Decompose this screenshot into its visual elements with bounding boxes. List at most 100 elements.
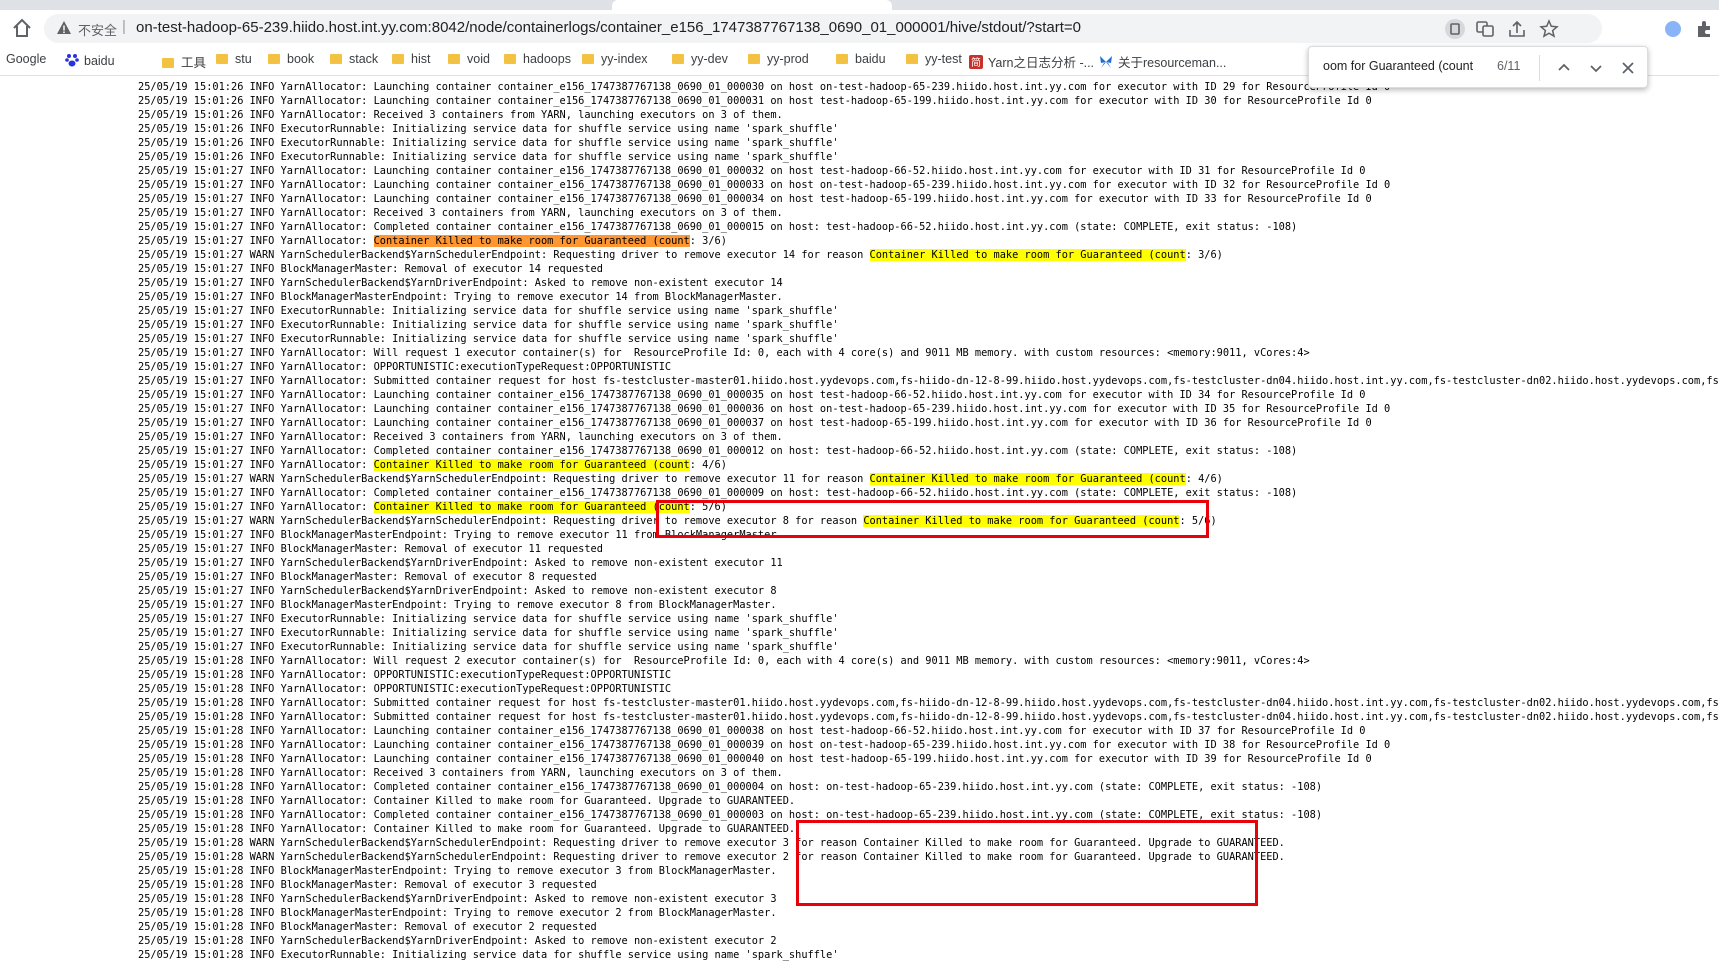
bookmark-3[interactable]: stu: [216, 52, 252, 70]
folder-icon: [392, 54, 404, 64]
folder-icon: [504, 54, 516, 64]
bookmark-12[interactable]: baidu: [836, 52, 886, 70]
bookmark-8[interactable]: hadoops: [504, 52, 571, 70]
tab-strip: [0, 0, 1719, 10]
find-bar: oom for Guaranteed (count 6/11: [1308, 46, 1648, 88]
log-line: 25/05/19 15:01:27 INFO BlockManagerMaste…: [138, 543, 603, 555]
bookmark-10[interactable]: yy-dev: [672, 52, 728, 70]
log-line: 25/05/19 15:01:27 INFO YarnAllocator: La…: [138, 179, 1391, 191]
log-line: 25/05/19 15:01:28 INFO YarnAllocator: La…: [138, 739, 1391, 751]
bookmark-label: 关于resourceman...: [1118, 56, 1227, 70]
close-icon[interactable]: [1617, 57, 1639, 79]
log-line: 25/05/19 15:01:27 INFO YarnAllocator: OP…: [138, 361, 672, 373]
log-line: 25/05/19 15:01:28 INFO YarnAllocator: Su…: [138, 711, 1719, 723]
log-line: 25/05/19 15:01:26 INFO ExecutorRunnable:…: [138, 123, 839, 135]
bookmark-9[interactable]: yy-index: [582, 52, 648, 70]
bookmark-13[interactable]: yy-test: [906, 52, 962, 70]
find-input[interactable]: oom for Guaranteed (count: [1323, 59, 1473, 73]
log-line: 25/05/19 15:01:27 INFO YarnAllocator: Re…: [138, 431, 783, 443]
bookmark-4[interactable]: book: [268, 52, 314, 70]
log-line: 25/05/19 15:01:28 INFO YarnAllocator: Re…: [138, 767, 783, 779]
chevron-down-icon[interactable]: [1585, 57, 1607, 79]
home-icon[interactable]: [8, 16, 36, 40]
folder-icon: [448, 54, 460, 64]
browser-toolbar: 不安全 | on-test-hadoop-65-239.hiido.host.i…: [0, 10, 1719, 46]
annotation-box-1: [656, 500, 1209, 538]
translate-icon[interactable]: [1474, 18, 1496, 40]
star-icon[interactable]: [1538, 18, 1560, 40]
log-line: 25/05/19 15:01:27 WARN YarnSchedulerBack…: [138, 473, 1223, 485]
log-line: 25/05/19 15:01:28 INFO BlockManagerMaste…: [138, 921, 597, 933]
log-line: 25/05/19 15:01:27 INFO ExecutorRunnable:…: [138, 613, 839, 625]
folder-icon: [330, 54, 342, 64]
share-icon[interactable]: [1506, 18, 1528, 40]
log-line: 25/05/19 15:01:27 INFO YarnAllocator: Co…: [138, 221, 1298, 233]
log-line: 25/05/19 15:01:28 INFO YarnAllocator: Su…: [138, 697, 1719, 709]
address-bar[interactable]: 不安全 | on-test-hadoop-65-239.hiido.host.i…: [44, 14, 1602, 43]
url-text[interactable]: on-test-hadoop-65-239.hiido.host.int.yy.…: [136, 19, 1081, 36]
find-highlight: Container Killed to make room for Guaran…: [373, 459, 690, 471]
folder-icon: [268, 54, 280, 64]
log-line: 25/05/19 15:01:28 INFO YarnAllocator: La…: [138, 725, 1366, 737]
active-tab[interactable]: [612, 0, 892, 10]
log-line: 25/05/19 15:01:27 INFO BlockManagerMaste…: [138, 599, 777, 611]
bookmark-label: void: [467, 52, 490, 66]
bookmark-6[interactable]: hist: [392, 52, 430, 70]
log-line: 25/05/19 15:01:28 INFO YarnAllocator: Wi…: [138, 655, 1310, 667]
log-line: 25/05/19 15:01:27 INFO YarnAllocator: La…: [138, 417, 1372, 429]
log-line: 25/05/19 15:01:27 INFO YarnAllocator: Co…: [138, 487, 1298, 499]
bookmark-2[interactable]: 工具: [162, 52, 206, 70]
find-highlight: Container Killed to make room for Guaran…: [373, 235, 690, 247]
log-line: 25/05/19 15:01:27 INFO ExecutorRunnable:…: [138, 305, 839, 317]
bookmark-label: yy-test: [925, 52, 962, 66]
log-line: 25/05/19 15:01:27 INFO YarnSchedulerBack…: [138, 277, 783, 289]
log-line: 25/05/19 15:01:27 INFO YarnAllocator: Co…: [138, 235, 727, 247]
log-line: 25/05/19 15:01:26 INFO YarnAllocator: Re…: [138, 109, 783, 121]
bookmark-label: baidu: [84, 54, 115, 68]
log-line: 25/05/19 15:01:28 INFO BlockManagerMaste…: [138, 907, 777, 919]
log-line: 25/05/19 15:01:27 INFO YarnSchedulerBack…: [138, 557, 783, 569]
insecure-label[interactable]: 不安全: [78, 20, 117, 39]
bookmark-1[interactable]: baidu: [64, 52, 115, 70]
bookmark-label: yy-prod: [767, 52, 809, 66]
log-line: 25/05/19 15:01:27 INFO YarnSchedulerBack…: [138, 585, 777, 597]
butterfly-icon: [1098, 54, 1114, 70]
log-line: 25/05/19 15:01:27 INFO YarnAllocator: La…: [138, 389, 1366, 401]
bookmark-15[interactable]: 关于resourceman...: [1098, 52, 1226, 70]
folder-icon: [836, 54, 848, 64]
log-line: 25/05/19 15:01:27 INFO YarnAllocator: Co…: [138, 459, 727, 471]
profile-icon[interactable]: [1662, 18, 1684, 40]
puzzle-icon[interactable]: [1694, 18, 1716, 40]
log-line: 25/05/19 15:01:28 INFO YarnAllocator: Co…: [138, 795, 796, 807]
find-match-count: 6/11: [1497, 59, 1521, 73]
bookmark-5[interactable]: stack: [330, 52, 378, 70]
red-bookmark-icon: 简: [968, 54, 984, 70]
chevron-up-icon[interactable]: [1553, 57, 1575, 79]
bookmark-0[interactable]: Google: [6, 52, 46, 70]
log-line: 25/05/19 15:01:27 INFO ExecutorRunnable:…: [138, 627, 839, 639]
log-line: 25/05/19 15:01:28 INFO YarnSchedulerBack…: [138, 935, 777, 947]
bookmark-label: hadoops: [523, 52, 571, 66]
bookmark-7[interactable]: void: [448, 52, 490, 70]
bookmark-14[interactable]: 简 Yarn之日志分析 -...: [968, 52, 1094, 70]
page-action-icon[interactable]: [1444, 18, 1466, 40]
log-line: 25/05/19 15:01:27 INFO ExecutorRunnable:…: [138, 641, 839, 653]
log-line: 25/05/19 15:01:27 INFO BlockManagerMaste…: [138, 291, 783, 303]
log-line: 25/05/19 15:01:28 INFO ExecutorRunnable:…: [138, 949, 839, 961]
find-highlight: Container Killed to make room for Guaran…: [869, 473, 1186, 485]
bookmark-label: stu: [235, 52, 252, 66]
log-line: 25/05/19 15:01:27 INFO YarnAllocator: La…: [138, 165, 1366, 177]
annotation-box-2: [796, 820, 1258, 906]
warning-icon[interactable]: [56, 20, 72, 36]
bookmark-11[interactable]: yy-prod: [748, 52, 809, 70]
bookmark-label: 工具: [181, 56, 207, 70]
log-line: 25/05/19 15:01:26 INFO ExecutorRunnable:…: [138, 137, 839, 149]
log-line: 25/05/19 15:01:27 WARN YarnSchedulerBack…: [138, 249, 1223, 261]
log-line: 25/05/19 15:01:27 INFO YarnAllocator: Wi…: [138, 347, 1310, 359]
log-line: 25/05/19 15:01:27 INFO YarnAllocator: La…: [138, 193, 1372, 205]
log-line: 25/05/19 15:01:27 INFO ExecutorRunnable:…: [138, 319, 839, 331]
log-line: 25/05/19 15:01:28 INFO YarnAllocator: OP…: [138, 669, 672, 681]
find-highlight: Container Killed to make room for Guaran…: [869, 249, 1186, 261]
log-line: 25/05/19 15:01:27 INFO YarnAllocator: Su…: [138, 375, 1719, 387]
bookmark-label: baidu: [855, 52, 886, 66]
